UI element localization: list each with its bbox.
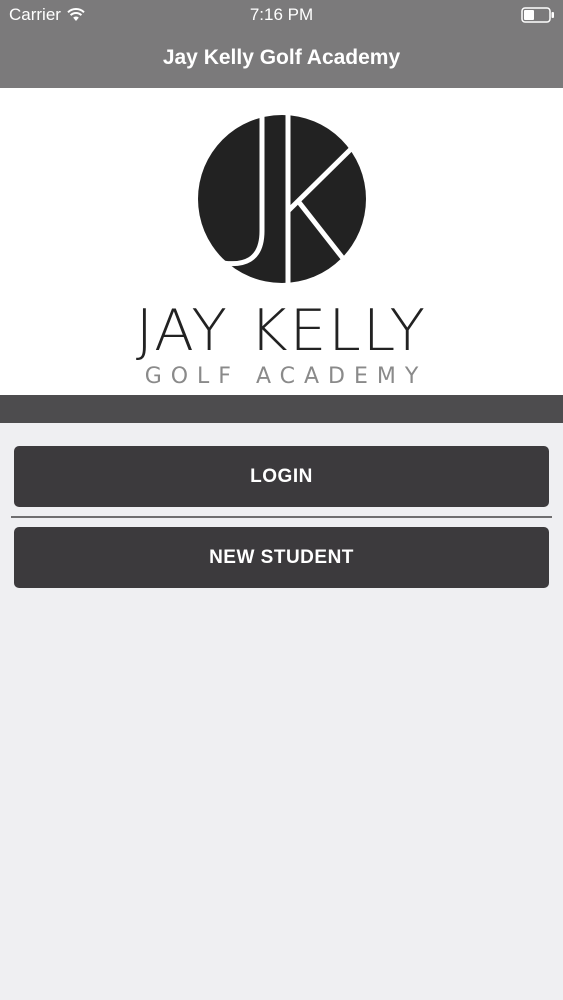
logo-subtitle: GOLF ACADEMY <box>144 364 428 389</box>
header-divider-band <box>0 395 563 423</box>
clock: 7:16 PM <box>249 5 314 24</box>
login-button[interactable]: LOGIN <box>14 446 549 507</box>
new-student-button[interactable]: NEW STUDENT <box>14 527 549 588</box>
navigation-bar: Carrier 7:16 PM Jay Kelly Golf Academy <box>0 0 563 88</box>
logo-banner: JAY KELLY GOLF ACADEMY <box>0 88 563 395</box>
page-title: Jay Kelly Golf Academy <box>162 46 401 69</box>
status-bar: Carrier 7:16 PM <box>0 0 563 30</box>
logo-title: JAY KELLY <box>135 298 428 364</box>
battery-icon <box>521 7 555 23</box>
button-separator <box>11 516 552 518</box>
jk-monogram-logo <box>195 113 369 285</box>
